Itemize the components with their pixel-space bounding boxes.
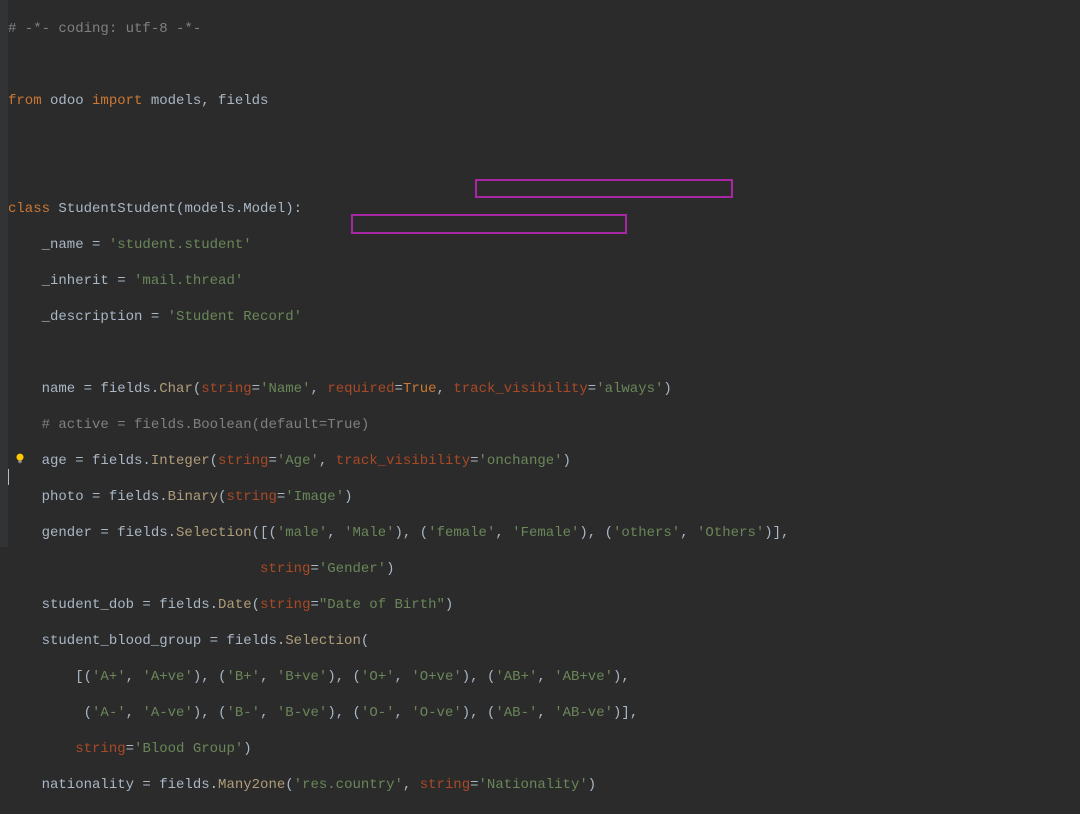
- code-line: gender = fields.Selection([('male', 'Mal…: [0, 524, 1080, 542]
- code-line: class StudentStudent(models.Model):: [0, 200, 1080, 218]
- code-line: _inherit = 'mail.thread': [0, 272, 1080, 290]
- code-line: _name = 'student.student': [0, 236, 1080, 254]
- code-line: _description = 'Student Record': [0, 308, 1080, 326]
- code-editor[interactable]: # -*- coding: utf-8 -*- from odoo import…: [0, 0, 1080, 814]
- code-line: age = fields.Integer(string='Age', track…: [0, 452, 1080, 470]
- intention-bulb-icon[interactable]: [13, 451, 27, 465]
- code-line: ('A-', 'A-ve'), ('B-', 'B-ve'), ('O-', '…: [0, 704, 1080, 722]
- code-line: student_dob = fields.Date(string="Date o…: [0, 596, 1080, 614]
- code-line: photo = fields.Binary(string='Image'): [0, 488, 1080, 506]
- code-line: from odoo import models, fields: [0, 92, 1080, 110]
- code-line: [('A+', 'A+ve'), ('B+', 'B+ve'), ('O+', …: [0, 668, 1080, 686]
- code-line: string='Gender'): [0, 560, 1080, 578]
- text-cursor: [8, 469, 9, 485]
- code-line: name = fields.Char(string='Name', requir…: [0, 380, 1080, 398]
- code-line: string='Blood Group'): [0, 740, 1080, 758]
- code-line: # active = fields.Boolean(default=True): [0, 416, 1080, 434]
- code-line: # -*- coding: utf-8 -*-: [0, 20, 1080, 38]
- code-line: nationality = fields.Many2one('res.count…: [0, 776, 1080, 794]
- code-line: student_blood_group = fields.Selection(: [0, 632, 1080, 650]
